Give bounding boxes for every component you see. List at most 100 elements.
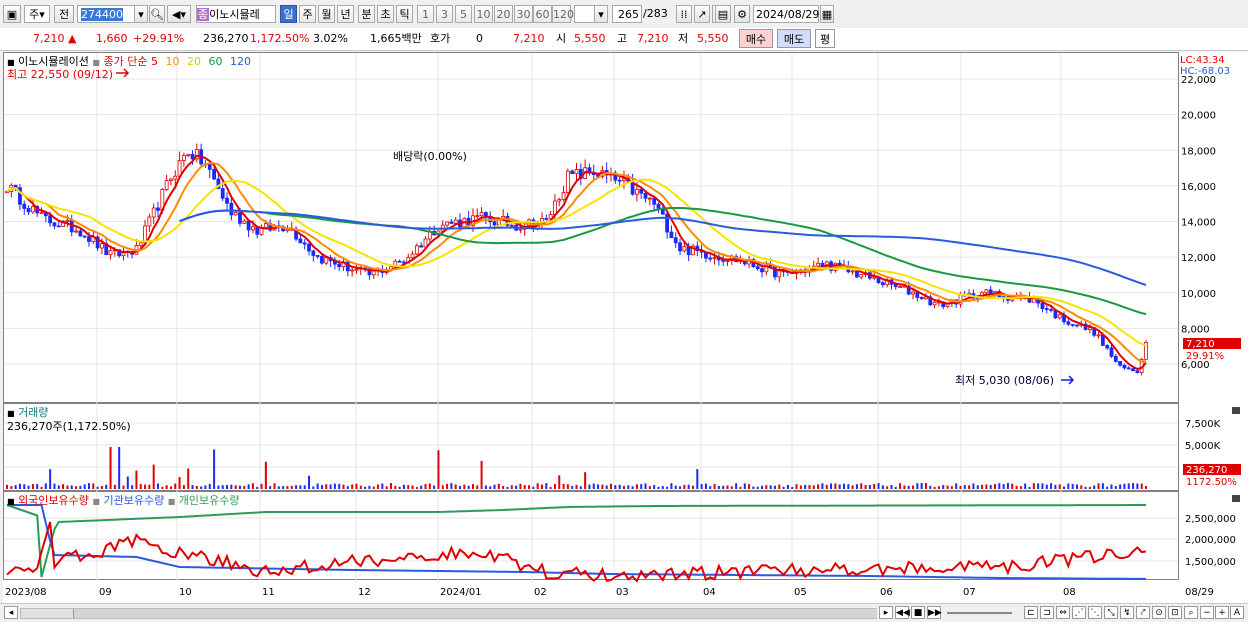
- volume-bar: [1093, 485, 1096, 489]
- stock-name-field[interactable]: 종이노시뮬레: [196, 5, 276, 23]
- stock-code-input[interactable]: 274400: [77, 5, 135, 23]
- chart-canvas[interactable]: 22,00020,00018,00016,00014,00012,00010,0…: [3, 52, 1248, 604]
- horizontal-scrollbar[interactable]: [20, 608, 877, 619]
- holdings-panel-close-icon[interactable]: [1232, 495, 1240, 502]
- sound-icon[interactable]: ◀▾: [167, 5, 191, 23]
- tool-icon[interactable]: ⊏: [1024, 606, 1038, 619]
- volume-panel-close-icon[interactable]: [1232, 407, 1240, 414]
- scroll-right-icon[interactable]: ▸: [879, 606, 893, 619]
- volume-bar: [558, 475, 561, 489]
- volume-tick-label: 7,500K: [1185, 419, 1221, 430]
- chart-area[interactable]: 22,000 20,000 18,000 16,000 14,000 12,000 10,0…: [3, 52, 1248, 604]
- period-year-button[interactable]: 년: [337, 5, 354, 23]
- draw-icon[interactable]: ↗: [694, 5, 710, 23]
- volume-bar: [1119, 484, 1122, 489]
- tool-icon[interactable]: ↯: [1120, 606, 1134, 619]
- grid-icon[interactable]: ⁞⁞: [676, 5, 692, 23]
- eval-button[interactable]: 평: [815, 29, 835, 48]
- interval-button[interactable]: 30: [514, 5, 533, 23]
- period-month-button[interactable]: 월: [318, 5, 335, 23]
- volume-bar: [18, 483, 21, 489]
- search-icon[interactable]: 🔍︎: [149, 5, 165, 23]
- volume-bar: [976, 485, 979, 489]
- volume-bar: [640, 484, 643, 489]
- volume-bar: [985, 484, 988, 489]
- candle: [225, 197, 229, 204]
- volume-bar: [704, 483, 707, 489]
- period-week-button[interactable]: 주: [299, 5, 316, 23]
- tool-icon[interactable]: ⤤: [1136, 606, 1150, 619]
- candle: [622, 178, 626, 181]
- scrollbar-thumb[interactable]: [73, 609, 877, 618]
- interval-button[interactable]: 60: [533, 5, 552, 23]
- count-input[interactable]: 265: [612, 5, 642, 23]
- candle: [479, 212, 484, 217]
- tool-icon[interactable]: ⊡: [1168, 606, 1182, 619]
- candle: [410, 253, 415, 259]
- interval-button[interactable]: 20: [494, 5, 513, 23]
- volume-bar: [739, 486, 742, 489]
- volume-bar: [126, 476, 129, 489]
- volume-bar: [471, 484, 474, 489]
- candle: [87, 236, 91, 242]
- zoom-out-icon[interactable]: −: [1200, 606, 1214, 619]
- window-icon[interactable]: ▣: [3, 5, 21, 23]
- volume-bar: [174, 483, 177, 489]
- last-page-icon[interactable]: ▶▶: [927, 606, 942, 619]
- tool-icon[interactable]: ⋰: [1072, 606, 1086, 619]
- interval-button[interactable]: 3: [436, 5, 453, 23]
- volume-bar: [968, 485, 971, 489]
- volume-bar: [825, 484, 828, 489]
- volume-bar: [79, 485, 82, 489]
- volume-bar: [778, 484, 781, 489]
- zoom-icon[interactable]: ⌕: [1184, 606, 1198, 619]
- volume-bar: [752, 486, 755, 489]
- prev-button[interactable]: 전: [54, 5, 74, 23]
- market-select[interactable]: 주▾: [24, 5, 50, 23]
- volume-bar: [187, 468, 190, 489]
- tool-icon[interactable]: ⤡: [1104, 606, 1118, 619]
- tool-icon[interactable]: ⇔: [1056, 606, 1070, 619]
- period-second-button[interactable]: 초: [377, 5, 394, 23]
- period-day-button[interactable]: 일: [280, 5, 297, 23]
- tool-icon[interactable]: ⊙: [1152, 606, 1166, 619]
- price-change-pct: +29.91%: [133, 32, 185, 45]
- volume-bar: [118, 447, 121, 489]
- volume-bar: [96, 486, 99, 489]
- candle: [151, 207, 156, 218]
- candle: [898, 286, 902, 288]
- volume-bar: [696, 469, 699, 489]
- volume-bar: [894, 486, 897, 489]
- volume-bar: [937, 486, 940, 489]
- volume-bar: [23, 484, 26, 489]
- interval-button[interactable]: 5: [455, 5, 472, 23]
- calendar-icon[interactable]: ▦: [820, 5, 834, 23]
- first-page-icon[interactable]: ◀◀: [895, 606, 910, 619]
- period-tick-button[interactable]: 틱: [396, 5, 413, 23]
- date-input[interactable]: 2024/08/29: [753, 5, 819, 23]
- sell-button[interactable]: 매도: [777, 29, 811, 48]
- settings-icon[interactable]: ⚙: [734, 5, 750, 23]
- zoom-slider[interactable]: [947, 612, 1012, 614]
- volume-bar: [316, 483, 319, 489]
- zoom-in-icon[interactable]: +: [1215, 606, 1229, 619]
- volume-bar: [899, 483, 902, 489]
- buy-button[interactable]: 매수: [739, 29, 773, 48]
- text-size-icon[interactable]: A: [1230, 606, 1244, 619]
- interval-button[interactable]: 1: [417, 5, 434, 23]
- scroll-left-icon[interactable]: ◂: [4, 606, 18, 619]
- candle: [557, 199, 562, 202]
- tool-icon[interactable]: ⊐: [1040, 606, 1054, 619]
- volume-bar: [264, 461, 267, 489]
- interval-button[interactable]: 10: [474, 5, 493, 23]
- interval-dropdown-icon[interactable]: ▾: [594, 5, 608, 23]
- save-icon[interactable]: ▤: [715, 5, 731, 23]
- stop-icon[interactable]: ■: [911, 606, 925, 619]
- tool-icon[interactable]: ⋱: [1088, 606, 1102, 619]
- period-minute-button[interactable]: 분: [358, 5, 375, 23]
- candle: [1135, 370, 1140, 374]
- volume-bar: [1127, 483, 1130, 489]
- interval-button[interactable]: 120: [552, 5, 574, 23]
- volume-bar: [830, 483, 833, 489]
- code-dropdown-icon[interactable]: ▾: [134, 5, 148, 23]
